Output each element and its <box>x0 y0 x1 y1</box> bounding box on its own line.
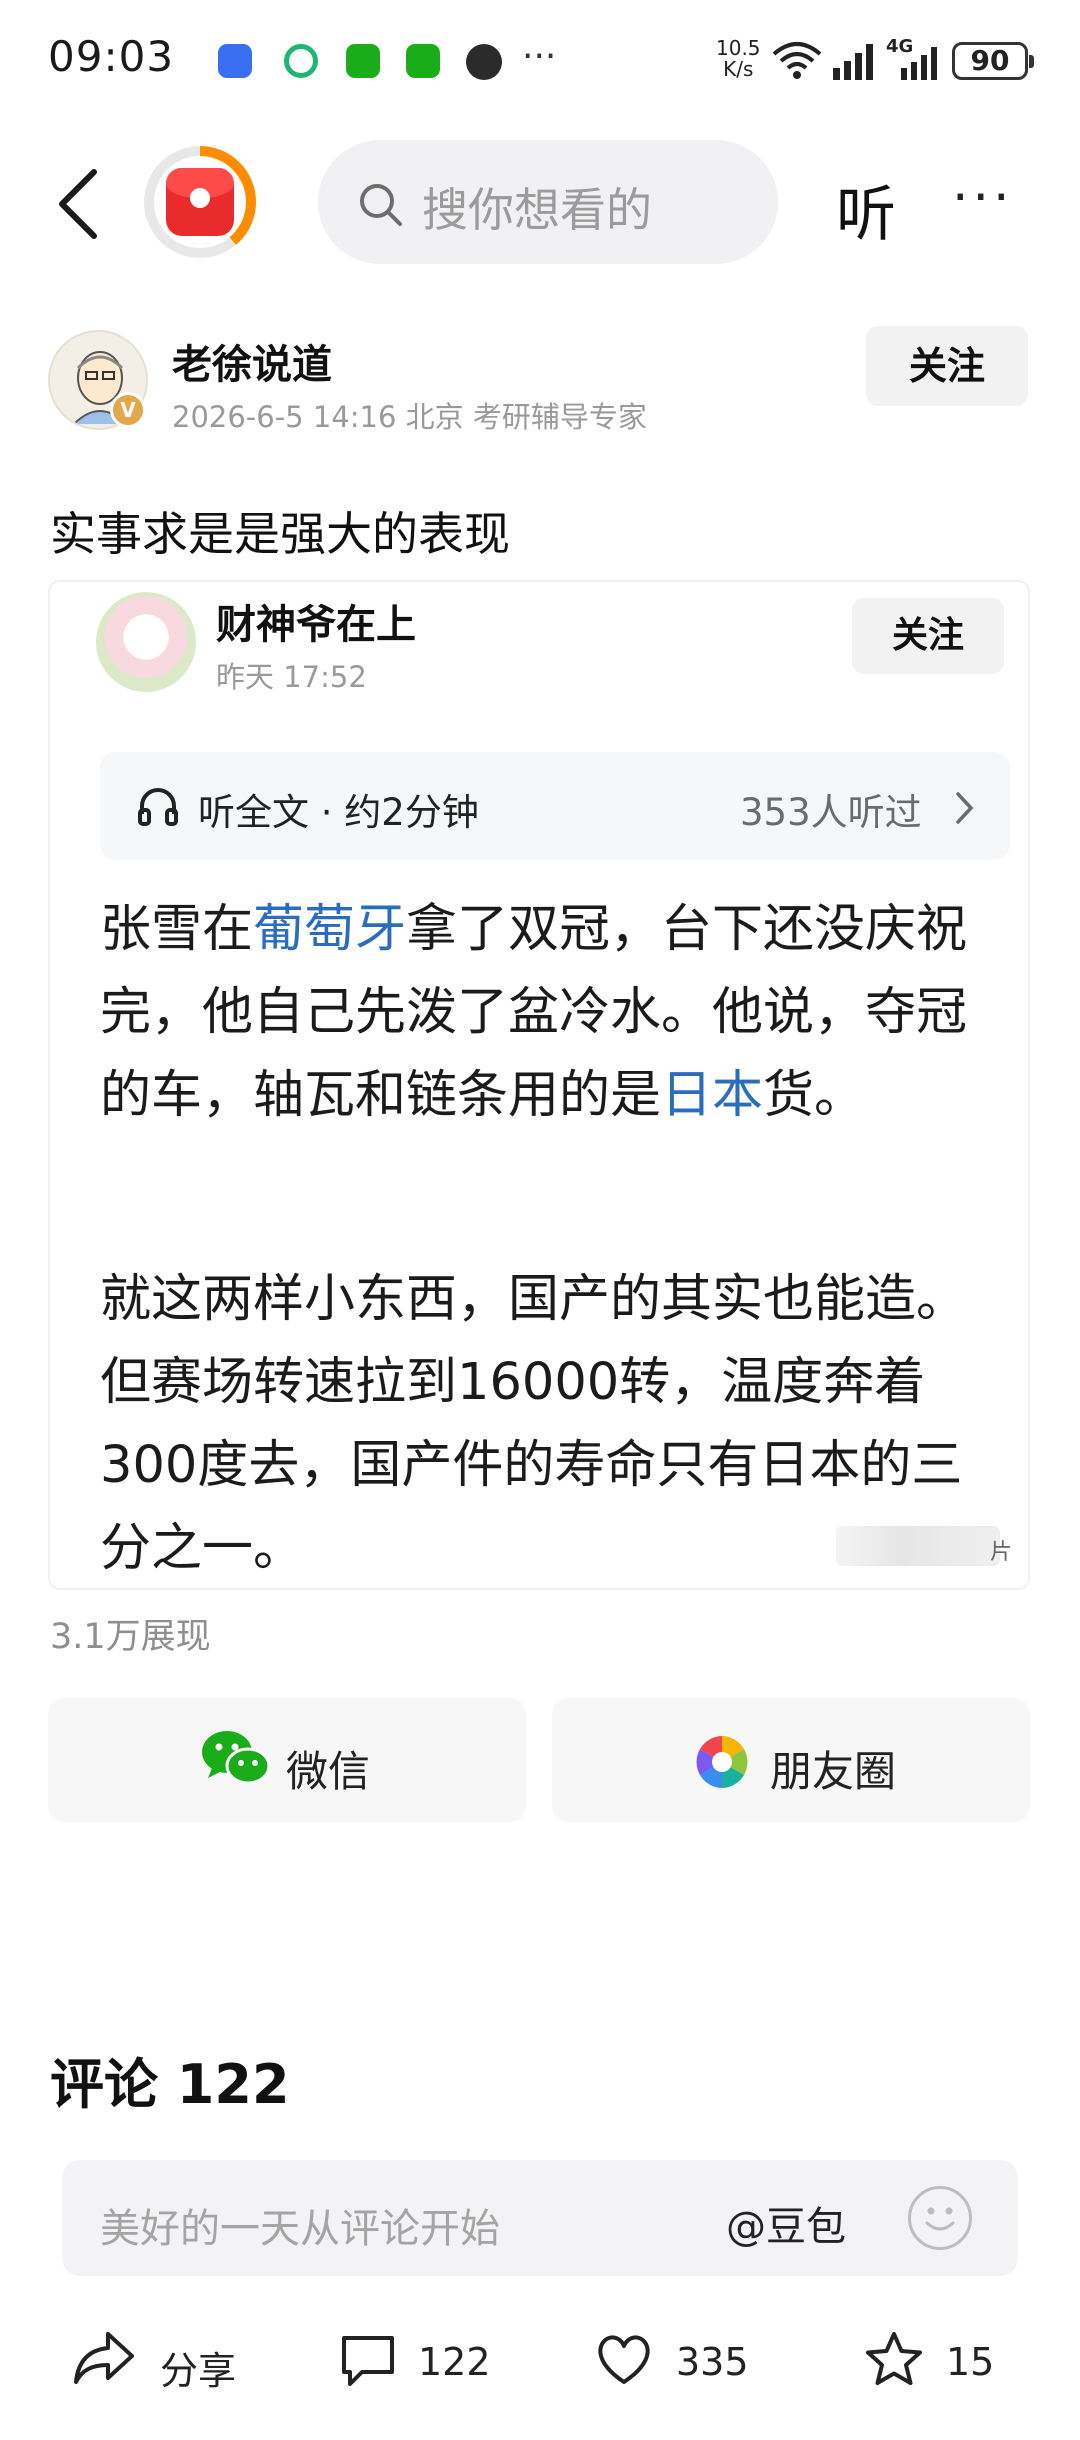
wifi-icon <box>772 42 822 79</box>
network-speed: 10.5 K/s <box>716 36 761 81</box>
comments-title: 评论 122 <box>50 2053 290 2116</box>
headphones-icon <box>138 788 178 826</box>
follow-author-button[interactable]: 关注 <box>866 326 1028 406</box>
post-title: 实事求是是强大的表现 <box>50 507 510 561</box>
heart-icon[interactable] <box>594 2332 654 2388</box>
avatar-notification-icon <box>466 44 502 80</box>
red-packet-seal <box>190 188 210 208</box>
quoted-paragraph-1: 张雪在葡萄牙拿了双冠，台下还没庆祝完，他自己先泼了盆冷水。他说，夺冠的车，轴瓦和… <box>100 900 968 1125</box>
signal-icon <box>901 47 937 80</box>
wechat-icon <box>202 1731 271 1785</box>
author-name[interactable]: 老徐说道 <box>172 332 332 390</box>
like-count[interactable]: 335 <box>676 2340 749 2384</box>
quoted-post-time: 昨天 17:52 <box>216 660 367 694</box>
listen-count: 353人听过 <box>740 791 922 834</box>
blurred-watermark <box>836 1526 1000 1566</box>
search-icon <box>360 184 402 226</box>
comment-placeholder[interactable]: 美好的一天从评论开始 <box>100 2196 500 2254</box>
truncated-text: 片 <box>990 1540 1013 1565</box>
signal-icon <box>833 44 873 80</box>
follow-quoted-author-button[interactable]: 关注 <box>852 598 1004 674</box>
wechat-notification-icon <box>346 44 380 78</box>
share-label[interactable]: 分享 <box>160 2340 236 2395</box>
wechat-notification-icon <box>406 44 440 78</box>
share-wechat-label: 微信 <box>286 1747 371 1796</box>
listen-button[interactable]: 听 <box>836 166 896 253</box>
view-count: 3.1万展现 <box>50 1617 211 1657</box>
battery-indicator: 90 <box>952 42 1034 80</box>
status-time: 09:03 <box>48 32 175 81</box>
share-moments-label: 朋友圈 <box>770 1747 897 1796</box>
post-meta: 2026-6-5 14:16 北京 考研辅导专家 <box>172 400 647 434</box>
more-icon[interactable]: ··· <box>952 168 1014 228</box>
link-japan[interactable]: 日本 <box>661 1066 763 1125</box>
quoted-author-name[interactable]: 财神爷在上 <box>216 592 416 650</box>
chevron-right-icon <box>956 792 974 824</box>
smiley-icon[interactable] <box>908 2186 972 2250</box>
share-icon[interactable] <box>72 2328 136 2388</box>
comment-icon[interactable] <box>338 2332 398 2390</box>
moments-icon <box>696 1736 748 1788</box>
more-notifications-icon: ··· <box>522 36 557 77</box>
mention-doubao-button[interactable]: @豆包 <box>726 2194 846 2252</box>
verified-badge: V <box>110 392 146 428</box>
app-notification-icon <box>218 44 252 78</box>
favorite-count[interactable]: 15 <box>946 2340 994 2384</box>
comment-count[interactable]: 122 <box>418 2340 491 2384</box>
listen-full-text-label: 听全文 · 约2分钟 <box>198 791 479 834</box>
link-portugal[interactable]: 葡萄牙 <box>253 900 406 959</box>
star-icon[interactable] <box>864 2330 924 2388</box>
quoted-author-avatar[interactable] <box>96 592 196 692</box>
app-notification-icon <box>284 44 318 78</box>
search-placeholder[interactable]: 搜你想看的 <box>422 174 652 240</box>
back-icon[interactable] <box>50 164 104 244</box>
